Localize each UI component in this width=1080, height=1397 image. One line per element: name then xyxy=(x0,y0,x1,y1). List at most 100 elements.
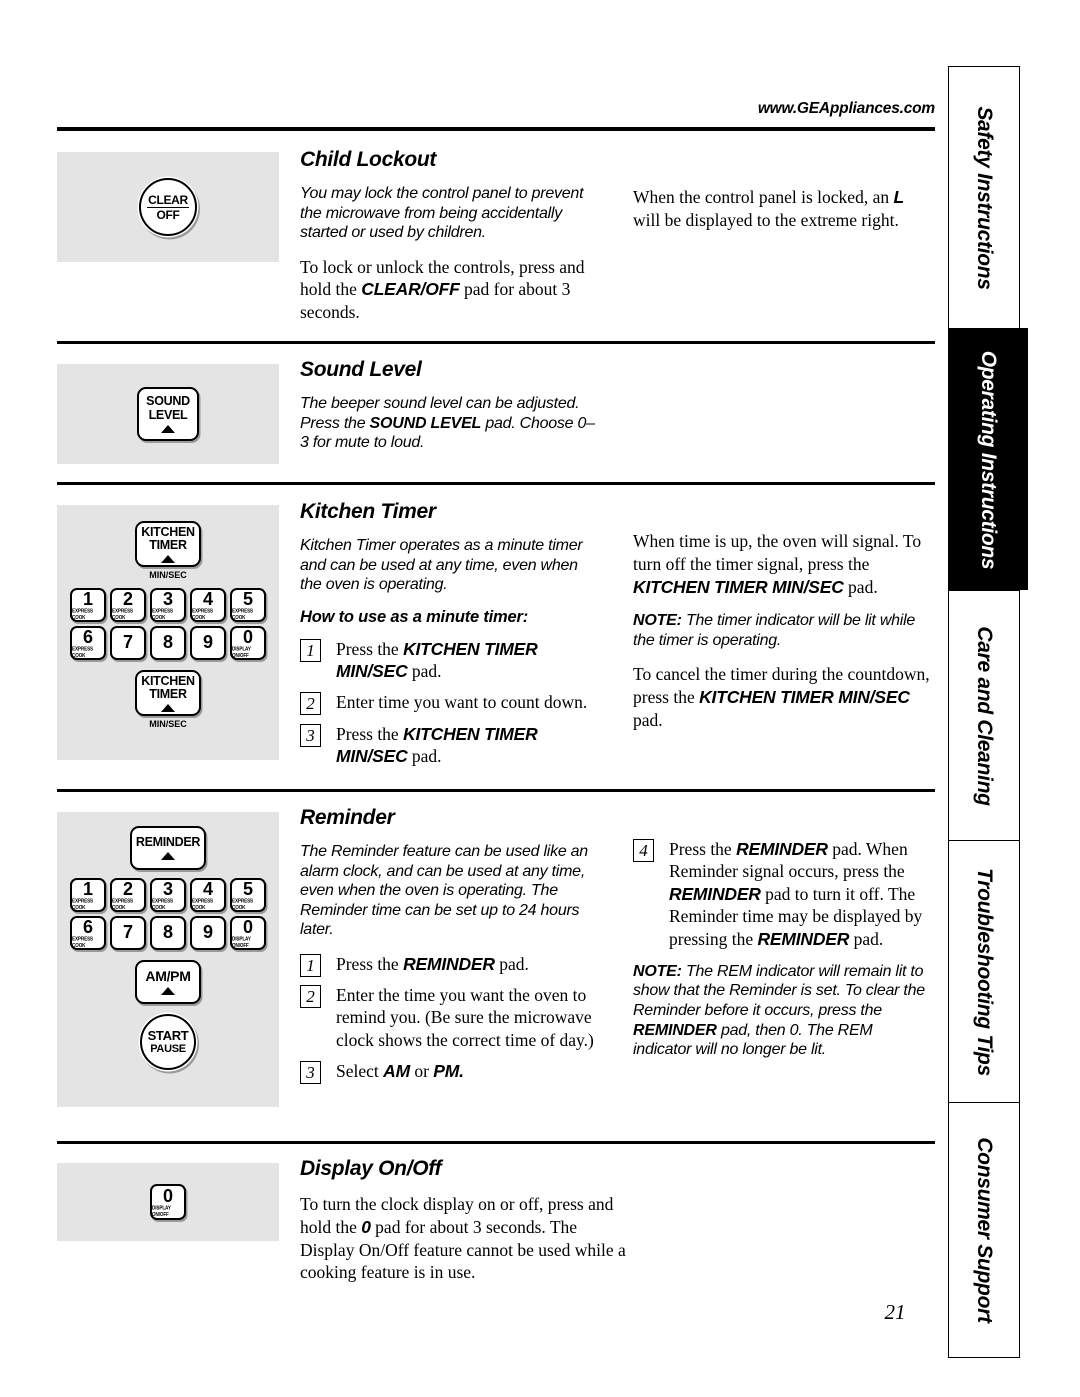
reminder-note: NOTE: The REM indicator will remain lit … xyxy=(633,962,925,1059)
numeric-key: 6 EXPRESS COOK xyxy=(70,626,106,660)
step-number: 2 xyxy=(300,692,321,716)
kitchen-timer-intro: Kitchen Timer operates as a minute timer… xyxy=(300,537,583,594)
numeric-key: 9 xyxy=(190,626,226,660)
up-arrow-icon xyxy=(161,554,175,563)
reminder-right-column: 4 Press the REMINDER pad. When Reminder … xyxy=(633,838,933,1073)
kitchen-timer-signal-text: When time is up, the oven will signal. T… xyxy=(633,531,922,597)
kitchen-timer-pad-top: KITCHEN TIMER xyxy=(135,521,201,567)
pad-line-2: TIMER xyxy=(149,538,187,552)
kitchen-timer-note: NOTE: The timer indicator will be lit wh… xyxy=(633,612,916,649)
child-lockout-left-column: Child Lockout You may lock the control p… xyxy=(300,148,600,337)
reminder-intro: The Reminder feature can be used like an… xyxy=(300,843,588,939)
header-divider xyxy=(57,127,935,131)
pad-line-1: KITCHEN xyxy=(141,673,195,688)
step-text: Press the KITCHEN TIMER MIN/SEC pad. xyxy=(336,723,538,767)
divider-sound-level xyxy=(57,341,935,344)
step-number: 3 xyxy=(300,1061,321,1085)
numeric-key: 4 EXPRESS COOK xyxy=(190,878,226,912)
tab-label: Care and Cleaning xyxy=(973,625,996,806)
keypad-row-2: 6 EXPRESS COOK 7 8 9 0 DISPLAY ON/OFF xyxy=(70,916,266,950)
kitchen-timer-left-column: Kitchen Timer Kitchen Timer operates as … xyxy=(300,500,600,777)
tab-label: Troubleshooting Tips xyxy=(973,867,996,1076)
reminder-left-column: Reminder The Reminder feature can be use… xyxy=(300,806,600,1092)
reminder-step-2: 2 Enter the time you want the oven to re… xyxy=(300,984,600,1051)
up-arrow-icon xyxy=(161,851,175,860)
pad-line-2: PAUSE xyxy=(150,1043,186,1055)
numeric-key: 1 EXPRESS COOK xyxy=(70,878,106,912)
numeric-key: 7 xyxy=(110,626,146,660)
am-pm-pad: AM/PM xyxy=(135,960,201,1004)
child-lockout-howto: To lock or unlock the controls, press an… xyxy=(300,256,585,323)
section-title-sound-level: Sound Level xyxy=(300,358,422,381)
numeric-key: 2 EXPRESS COOK xyxy=(110,878,146,912)
divider-reminder xyxy=(57,789,935,792)
numeric-key: 2 EXPRESS COOK xyxy=(110,588,146,622)
numeric-key: 8 xyxy=(150,916,186,950)
kitchen-timer-step-2: 2 Enter time you want to count down. xyxy=(300,691,600,716)
step-text: Enter the time you want the oven to remi… xyxy=(336,984,594,1050)
sound-level-pad-illustration: SOUND LEVEL xyxy=(57,364,279,464)
numeric-key: 4 EXPRESS COOK xyxy=(190,588,226,622)
tab-care-and-cleaning[interactable]: Care and Cleaning xyxy=(948,590,1020,840)
section-title-kitchen-timer: Kitchen Timer xyxy=(300,500,436,523)
kitchen-timer-pad-bottom: KITCHEN TIMER xyxy=(135,670,201,716)
child-lockout-locked-note: When the control panel is locked, an L w… xyxy=(633,187,904,230)
section-title-display-onoff: Display On/Off xyxy=(300,1157,442,1180)
reminder-step-3: 3 Select AM or PM. xyxy=(300,1060,600,1085)
kitchen-timer-right-column: When time is up, the oven will signal. T… xyxy=(633,530,933,745)
pad-label: AM/PM xyxy=(145,968,191,985)
page-number: 21 xyxy=(884,1300,906,1324)
numeric-key: 3 EXPRESS COOK xyxy=(150,878,186,912)
zero-display-onoff-key: 0 DISPLAY ON/OFF xyxy=(150,1184,186,1220)
tab-operating-instructions[interactable]: Operating Instructions xyxy=(948,328,1028,590)
numeric-key: 9 xyxy=(190,916,226,950)
step-text: Enter time you want to count down. xyxy=(336,692,588,713)
step-number: 3 xyxy=(300,723,321,747)
section-title-child-lockout: Child Lockout xyxy=(300,148,437,171)
numeric-key: 5 EXPRESS COOK xyxy=(230,588,266,622)
manual-page: www.GEAppliances.com Safety Instructions… xyxy=(0,0,1080,1397)
divider-kitchen-timer xyxy=(57,482,935,485)
kitchen-timer-step-3: 3 Press the KITCHEN TIMER MIN/SEC pad. xyxy=(300,723,600,768)
reminder-pad: REMINDER xyxy=(130,826,206,870)
tab-troubleshooting-tips[interactable]: Troubleshooting Tips xyxy=(948,840,1020,1102)
step-number: 2 xyxy=(300,984,321,1008)
tab-label: Operating Instructions xyxy=(977,350,1000,569)
display-onoff-column: Display On/Off To turn the clock display… xyxy=(300,1157,630,1297)
pad-line-2: OFF xyxy=(156,207,180,222)
kitchen-timer-caption-top: MIN/SEC xyxy=(149,570,187,580)
display-onoff-text: To turn the clock display on or off, pre… xyxy=(300,1194,626,1283)
kitchen-timer-subhead: How to use as a minute timer: xyxy=(300,607,528,626)
reminder-pad-illustration: REMINDER 1 EXPRESS COOK 2 EXPRESS COOK 3 EX… xyxy=(57,812,279,1107)
numeric-key: 0 DISPLAY ON/OFF xyxy=(230,916,266,950)
pad-line-2: TIMER xyxy=(149,687,187,701)
pad-sublabel: DISPLAY ON/OFF xyxy=(152,1205,171,1217)
keypad-row-1: 1 EXPRESS COOK 2 EXPRESS COOK 3 EXPRESS COO… xyxy=(70,878,266,912)
numeric-key: 6 EXPRESS COOK xyxy=(70,916,106,950)
pad-line-1: CLEAR xyxy=(147,192,189,208)
tab-safety-instructions[interactable]: Safety Instructions xyxy=(948,66,1020,328)
step-text: Press the REMINDER pad. xyxy=(336,953,529,974)
child-lockout-pad-illustration: CLEAR OFF xyxy=(57,152,279,262)
display-onoff-pad-illustration: 0 DISPLAY ON/OFF xyxy=(57,1163,279,1241)
section-tab-strip: Safety Instructions Operating Instructio… xyxy=(948,66,1028,1358)
divider-display-onoff xyxy=(57,1141,935,1144)
sound-level-text: The beeper sound level can be adjusted. … xyxy=(300,395,595,452)
step-number: 4 xyxy=(633,839,654,862)
reminder-step-1: 1 Press the REMINDER pad. xyxy=(300,953,600,977)
pad-line-1: START xyxy=(147,1028,189,1043)
section-title-reminder: Reminder xyxy=(300,806,395,829)
reminder-step-4: 4 Press the REMINDER pad. When Reminder … xyxy=(633,838,933,950)
pad-line-1: SOUND xyxy=(146,394,190,409)
kitchen-timer-cancel-text: To cancel the timer during the countdown… xyxy=(633,664,930,730)
kitchen-timer-pad-illustration: KITCHEN TIMER MIN/SEC 1 EXPRESS COOK 2 EXP… xyxy=(57,505,279,760)
step-number: 1 xyxy=(300,638,321,662)
numeric-key: 7 xyxy=(110,916,146,950)
step-text: Press the REMINDER pad. When Reminder si… xyxy=(669,839,923,949)
numeric-key: 0 DISPLAY ON/OFF xyxy=(230,626,266,660)
tab-consumer-support[interactable]: Consumer Support xyxy=(948,1102,1020,1358)
pad-digit: 0 xyxy=(162,1186,173,1207)
numeric-key: 1 EXPRESS COOK xyxy=(70,588,106,622)
numeric-key: 8 xyxy=(150,626,186,660)
step-number: 1 xyxy=(300,953,321,977)
